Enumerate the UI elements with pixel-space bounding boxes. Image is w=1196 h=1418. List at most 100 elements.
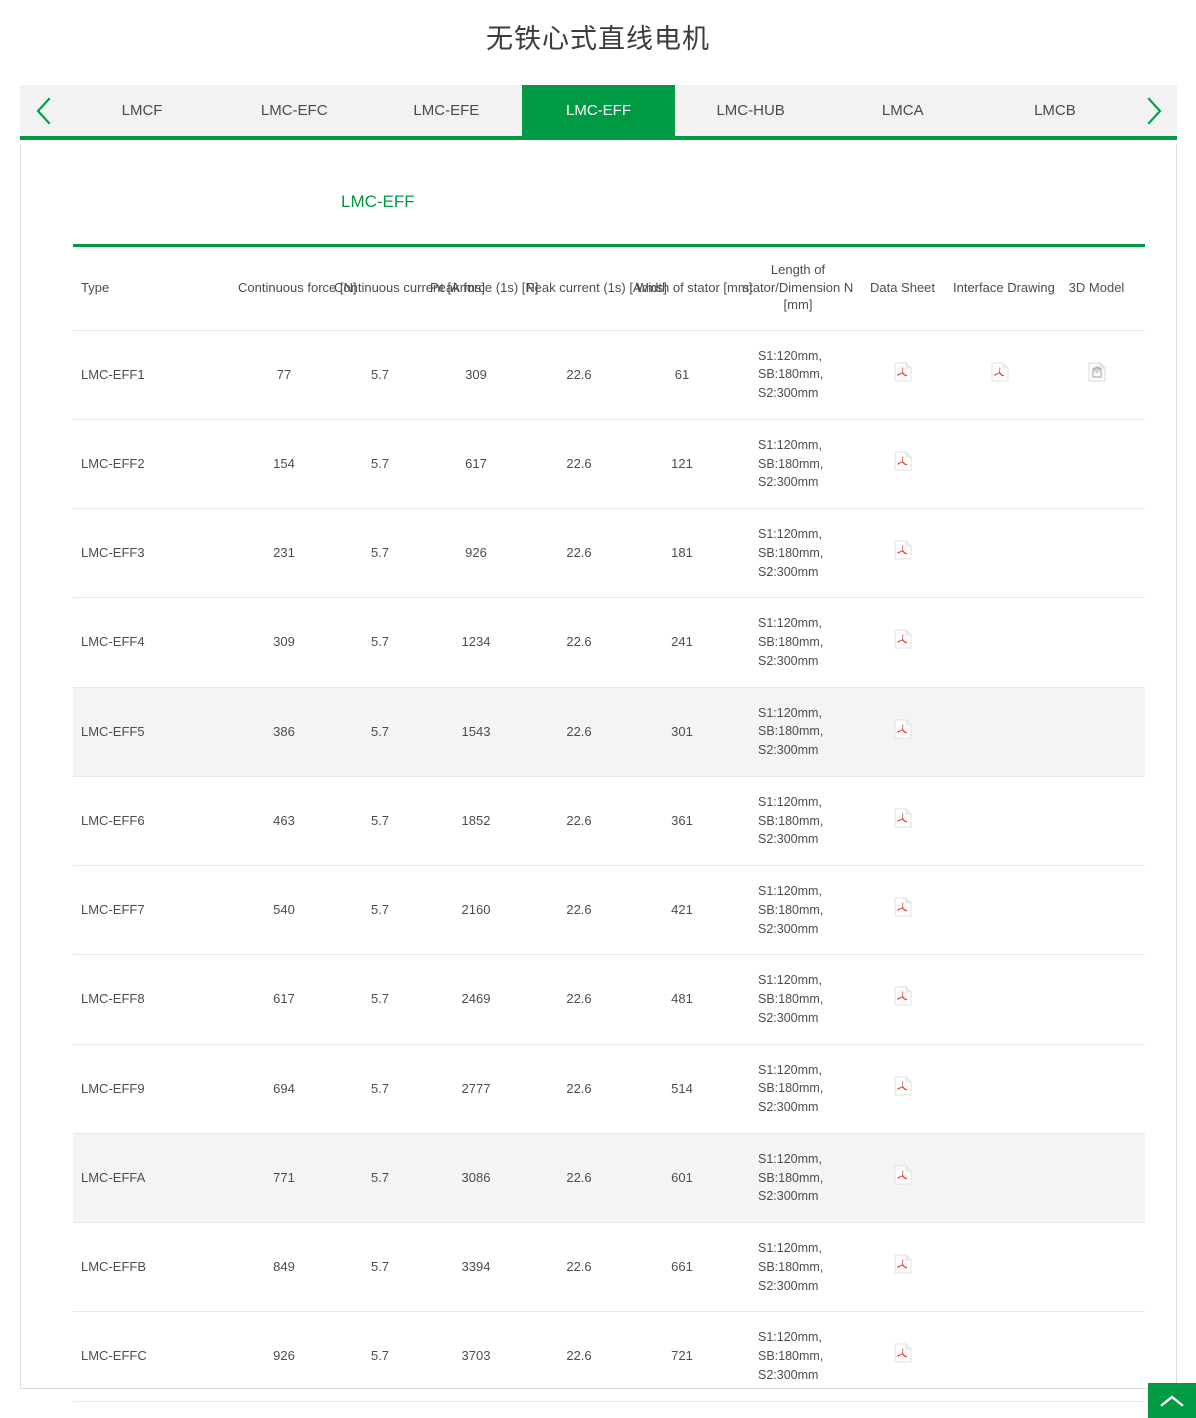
cell-3d-model <box>1048 687 1145 777</box>
pdf-icon[interactable] <box>894 718 912 745</box>
cell-continuous-current: 5.7 <box>332 687 428 777</box>
cell-width-of-stator: 61 <box>634 330 730 420</box>
tab-lmca[interactable]: LMCA <box>827 85 979 136</box>
spec-table: Type Continuous force [N] Continuous cur… <box>73 244 1145 1418</box>
table-row: LMC-EFFD10035.7401222.6781S1:120mm, SB:1… <box>73 1401 1145 1418</box>
cell-interface-drawing <box>951 597 1048 688</box>
cell-3d-model <box>1048 1222 1145 1313</box>
cell-data-sheet[interactable] <box>854 597 951 688</box>
cell-data-sheet[interactable] <box>854 865 951 956</box>
pdf-icon[interactable] <box>894 1075 912 1102</box>
cell-data-sheet[interactable] <box>854 1311 951 1402</box>
cell-data-sheet[interactable] <box>854 1044 951 1134</box>
pdf-icon[interactable] <box>894 540 912 566</box>
pdf-icon[interactable] <box>894 1343 912 1369</box>
cell-continuous-current: 5.7 <box>332 1133 428 1224</box>
tab-prev-arrow-button[interactable] <box>20 85 66 136</box>
cell-continuous-force: 154 <box>236 419 332 510</box>
cell-interface-drawing <box>951 954 1048 1045</box>
cell-3d-model <box>1048 1133 1145 1224</box>
scroll-to-top-button[interactable] <box>1148 1383 1196 1418</box>
cell-width-of-stator: 361 <box>634 776 730 867</box>
cell-data-sheet[interactable] <box>854 330 951 420</box>
tab-lmc-efe[interactable]: LMC-EFE <box>370 85 522 136</box>
cell-interface-drawing <box>951 1311 1048 1402</box>
table-row: LMC-EFFC 926 5.7 3703 22.6 721 S1:120mm, SB:18… <box>73 1311 1145 1402</box>
cell-peak-force: 2160 <box>428 865 524 956</box>
pdf-icon[interactable] <box>894 361 912 388</box>
tab-label: LMC-EFE <box>413 102 480 119</box>
cell-3d-model <box>1048 865 1145 956</box>
cell-continuous-force: 309 <box>236 597 332 688</box>
cell-data-sheet[interactable] <box>854 419 951 510</box>
tab-label: LMC-HUB <box>716 102 785 119</box>
cell-length-of-stator: S1:120mm, SB:180mm, S2:300mm <box>730 865 854 956</box>
cell-length-of-stator: S1:120mm, SB:180mm, S2:300mm <box>730 597 854 688</box>
cell-length-of-stator: S1:120mm, SB:180mm, S2:300mm <box>730 508 854 599</box>
pdf-icon[interactable] <box>894 1254 912 1280</box>
section-title: LMC-EFF <box>341 192 415 211</box>
table-row: LMC-EFF6 463 5.7 1852 22.6 361 S1:120mm, SB:18… <box>73 776 1145 867</box>
cell-peak-current: 22.6 <box>524 508 634 599</box>
cell-type: LMC-EFF6 <box>73 776 236 867</box>
cell-type: LMC-EFF9 <box>73 1044 236 1134</box>
cell-continuous-force: 1003 <box>236 1401 332 1418</box>
tab-lmc-eff[interactable]: LMC-EFF <box>522 85 675 136</box>
pdf-icon[interactable] <box>894 986 912 1012</box>
cell-peak-current: 22.6 <box>524 597 634 688</box>
cell-width-of-stator: 721 <box>634 1311 730 1402</box>
tab-next-arrow-button[interactable] <box>1131 85 1177 136</box>
pdf-icon[interactable] <box>894 897 912 923</box>
pdf-icon[interactable] <box>991 361 1009 388</box>
table-row: LMC-EFFA 771 5.7 3086 22.6 601 S1:120mm, SB:18… <box>73 1133 1145 1224</box>
pdf-icon[interactable] <box>894 1164 912 1191</box>
tab-label: LMC-EFC <box>260 102 328 119</box>
pdf-icon[interactable] <box>894 450 912 477</box>
cell-width-of-stator: 301 <box>634 687 730 777</box>
cell-data-sheet[interactable] <box>854 954 951 1045</box>
cell-continuous-current: 5.7 <box>332 776 428 867</box>
tab-lmcb[interactable]: LMCB <box>979 85 1131 136</box>
cell-data-sheet[interactable] <box>854 1401 951 1418</box>
cell-3d-model <box>1048 1311 1145 1402</box>
cell-continuous-force: 849 <box>236 1222 332 1313</box>
cell-3d-model <box>1048 508 1145 599</box>
cell-interface-drawing[interactable] <box>951 330 1048 420</box>
cell-data-sheet[interactable] <box>854 776 951 867</box>
cell-peak-force: 2777 <box>428 1044 524 1134</box>
cell-peak-force: 3703 <box>428 1311 524 1402</box>
cell-type: LMC-EFF1 <box>73 330 236 420</box>
header-peak-current: Peak current (1s) [Arms] <box>524 244 667 331</box>
cell-length-of-stator: S1:120mm, SB:180mm, S2:300mm <box>730 330 854 420</box>
tab-lmcf[interactable]: LMCF <box>66 85 218 136</box>
header-type: Type <box>73 244 236 331</box>
cell-length-of-stator: S1:120mm, SB:180mm, S2:300mm <box>730 1044 854 1134</box>
cell-data-sheet[interactable] <box>854 508 951 599</box>
page-title: 无铁心式直线电机 <box>486 24 710 54</box>
cell-interface-drawing <box>951 419 1048 510</box>
cell-peak-current: 22.6 <box>524 1311 634 1402</box>
tab-label: LMCA <box>881 102 924 119</box>
3d-model-icon[interactable] <box>1088 361 1106 388</box>
tab-lmc-hub[interactable]: LMC-HUB <box>675 85 827 136</box>
cell-peak-force: 1543 <box>428 687 524 777</box>
pdf-icon[interactable] <box>894 807 912 834</box>
cell-peak-current: 22.6 <box>524 1133 634 1224</box>
pdf-icon[interactable] <box>894 629 912 655</box>
cell-data-sheet[interactable] <box>854 687 951 777</box>
cell-continuous-force: 617 <box>236 954 332 1045</box>
cell-peak-current: 22.6 <box>524 1401 634 1418</box>
cell-peak-current: 22.6 <box>524 419 634 510</box>
tab-lmc-efc[interactable]: LMC-EFC <box>218 85 370 136</box>
cell-data-sheet[interactable] <box>854 1133 951 1224</box>
cell-3d-model[interactable] <box>1048 330 1145 420</box>
cell-continuous-force: 694 <box>236 1044 332 1134</box>
cell-continuous-force: 463 <box>236 776 332 867</box>
cell-length-of-stator: S1:120mm, SB:180mm, S2:300mm <box>730 1133 854 1224</box>
cell-data-sheet[interactable] <box>854 1222 951 1313</box>
header-peak-force: Peak force (1s) [N] <box>428 244 538 331</box>
cell-width-of-stator: 601 <box>634 1133 730 1224</box>
cell-type: LMC-EFFA <box>73 1133 236 1224</box>
cell-peak-force: 3086 <box>428 1133 524 1224</box>
cell-peak-current: 22.6 <box>524 776 634 867</box>
